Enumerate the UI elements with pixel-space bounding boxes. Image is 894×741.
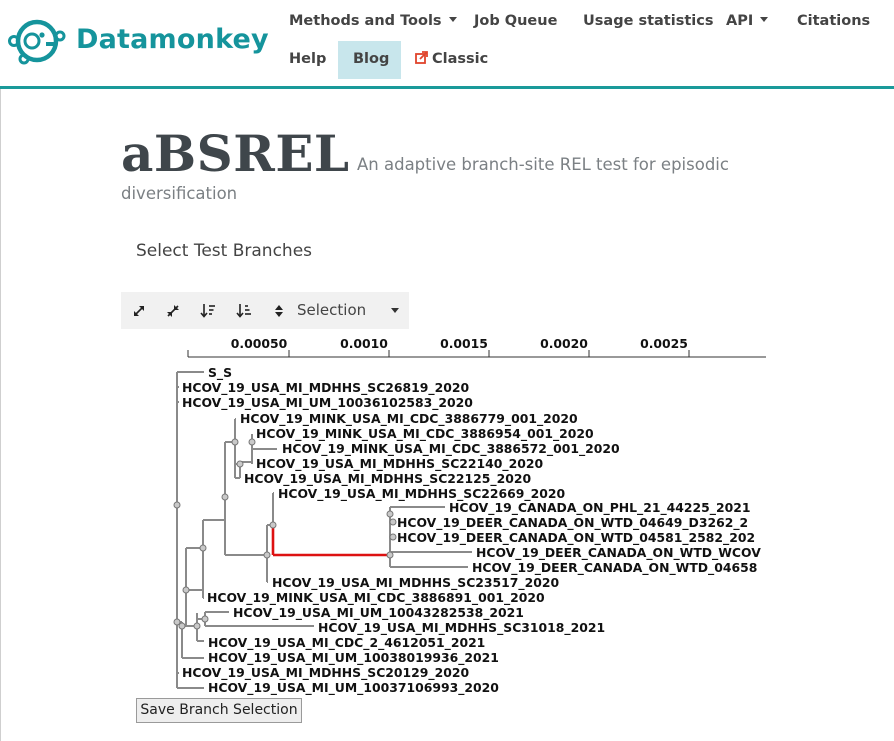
save-branch-selection-button[interactable]: Save Branch Selection: [136, 698, 302, 723]
axis-tick-label: 0.0010: [340, 336, 388, 351]
leaf-label[interactable]: HCOV_19_USA_MI_UM_10038019936_2021: [208, 650, 499, 666]
leaf-label[interactable]: HCOV_19_USA_MI_UM_10036102583_2020: [182, 395, 473, 411]
tree-leaf-labels[interactable]: S_S HCOV_19_USA_MI_MDHHS_SC26819_2020 HC…: [182, 365, 761, 696]
leaf-label[interactable]: HCOV_19_USA_MI_MDHHS_SC22125_2020: [244, 471, 531, 487]
leaf-label[interactable]: HCOV_19_MINK_USA_MI_CDC_3886891_001_2020: [207, 590, 545, 606]
leaf-label[interactable]: HCOV_19_USA_MI_MDHHS_SC23517_2020: [272, 575, 559, 591]
leaf-label[interactable]: HCOV_19_USA_MI_MDHHS_SC26819_2020: [182, 380, 469, 396]
axis-tick-label: 0.00050: [231, 336, 288, 351]
phylogenetic-tree: 0.00050 0.0010 0.0015 0.0020 0.0025 S_S …: [173, 336, 766, 696]
leaf-label[interactable]: HCOV_19_MINK_USA_MI_CDC_3886779_001_2020: [240, 411, 578, 427]
leaf-label[interactable]: HCOV_19_DEER_CANADA_ON_WTD_04649_D3262_2: [397, 515, 748, 531]
leaf-label[interactable]: HCOV_19_USA_MI_MDHHS_SC31018_2021: [318, 620, 605, 636]
tree-axis: 0.00050 0.0010 0.0015 0.0020 0.0025: [187, 336, 766, 358]
leaf-label[interactable]: HCOV_19_MINK_USA_MI_CDC_3886572_001_2020: [282, 441, 620, 457]
axis-tick-label: 0.0015: [440, 336, 488, 351]
leaf-label[interactable]: HCOV_19_MINK_USA_MI_CDC_3886954_001_2020: [256, 426, 594, 442]
leaf-label[interactable]: HCOV_19_USA_MI_UM_10043282538_2021: [233, 605, 524, 621]
leaf-label[interactable]: HCOV_19_DEER_CANADA_ON_WTD_WCOV: [476, 545, 761, 561]
leaf-label[interactable]: S_S: [208, 365, 232, 381]
leaf-label[interactable]: HCOV_19_DEER_CANADA_ON_WTD_04581_2582_20…: [397, 530, 755, 546]
leaf-label[interactable]: HCOV_19_USA_MI_CDC_2_4612051_2021: [208, 635, 485, 651]
leaf-label[interactable]: HCOV_19_USA_MI_MDHHS_SC20129_2020: [182, 665, 469, 681]
axis-tick-label: 0.0025: [640, 336, 688, 351]
leaf-label[interactable]: HCOV_19_CANADA_ON_PHL_21_44225_2021: [449, 500, 750, 516]
axis-tick-label: 0.0020: [540, 336, 588, 351]
leaf-label[interactable]: HCOV_19_USA_MI_UM_10037106993_2020: [208, 680, 499, 696]
leaf-label[interactable]: HCOV_19_USA_MI_MDHHS_SC22140_2020: [256, 456, 543, 472]
tree-clip-mask: [766, 500, 894, 580]
leaf-label[interactable]: HCOV_19_DEER_CANADA_ON_WTD_04658: [472, 560, 757, 576]
